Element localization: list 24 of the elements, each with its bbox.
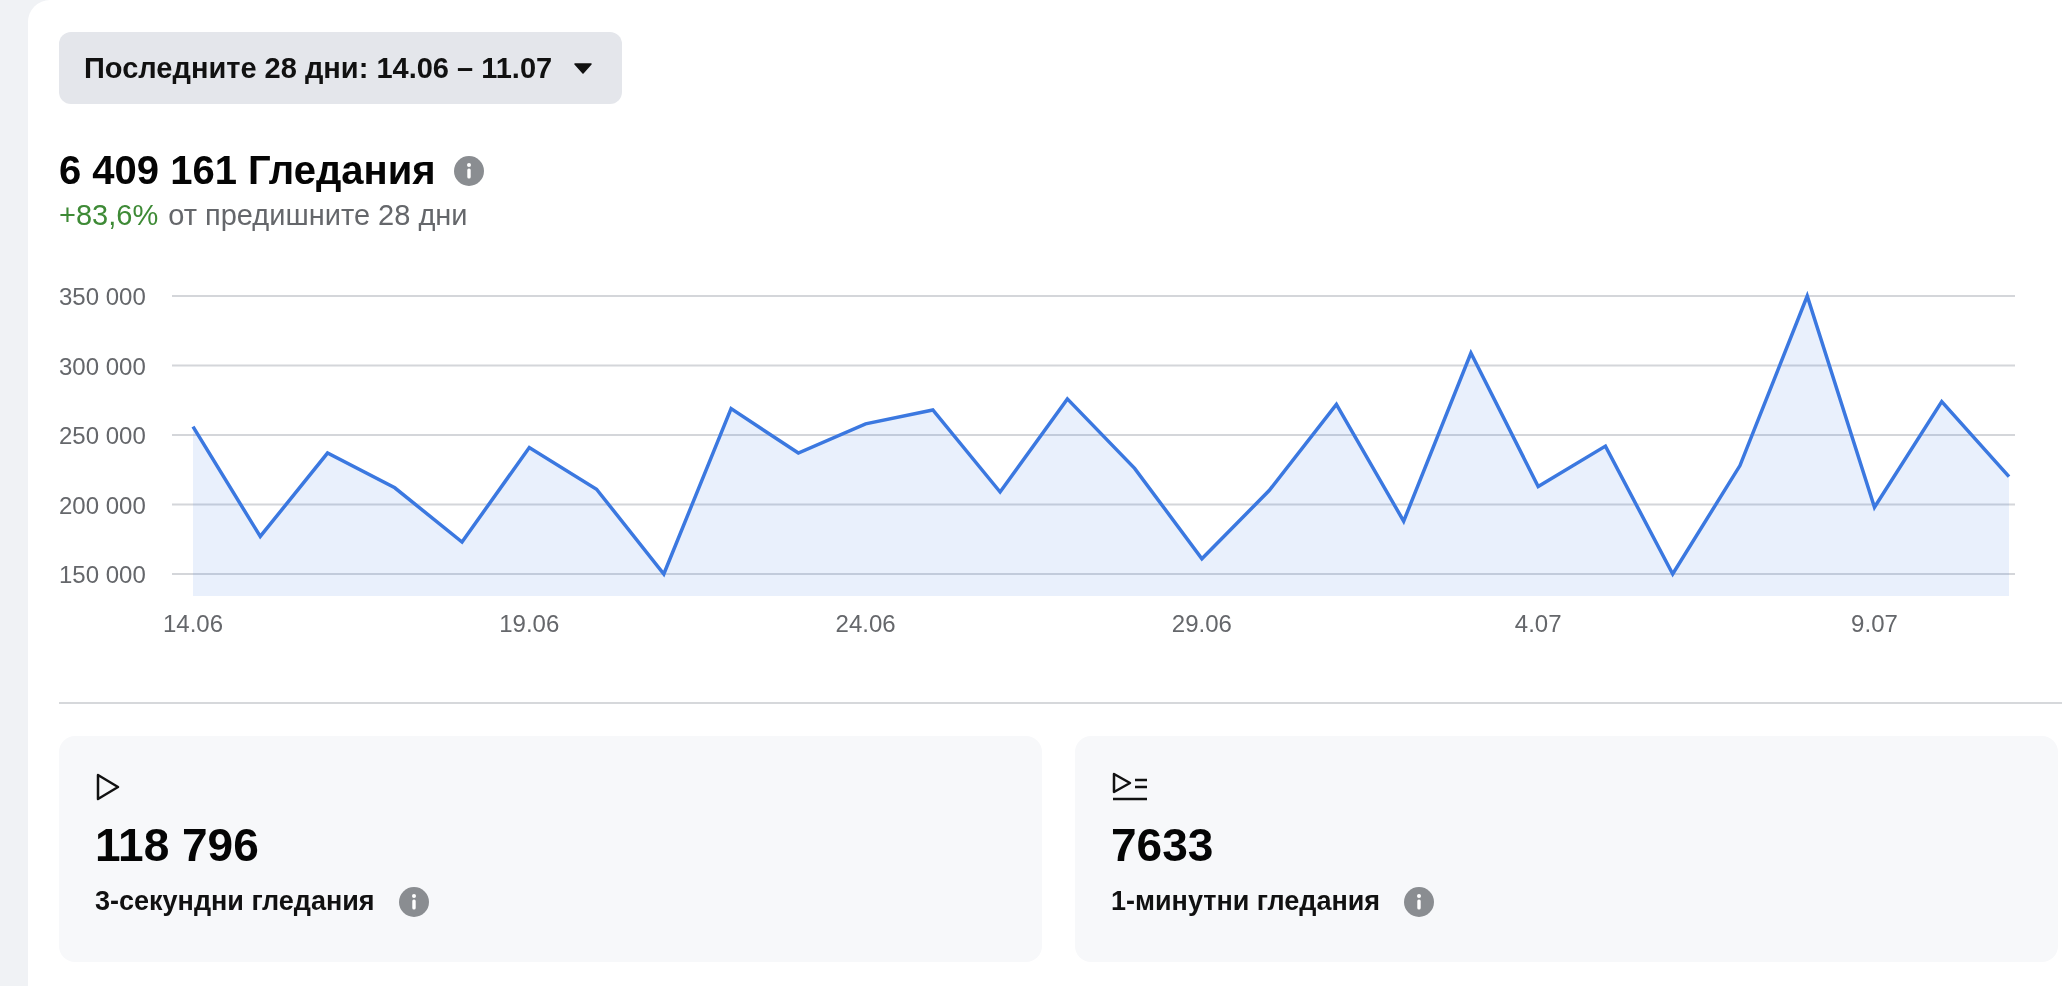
comparison-text: от предишните 28 дни bbox=[168, 199, 468, 232]
metric-label: 3-секундни гледания bbox=[95, 886, 375, 917]
x-axis-label: 4.07 bbox=[1514, 610, 1562, 637]
metric-value: 7633 bbox=[1111, 818, 1215, 872]
change-percent: +83,6% bbox=[59, 199, 159, 232]
info-icon[interactable] bbox=[453, 155, 484, 186]
y-axis-label: 250 000 bbox=[59, 422, 146, 449]
play-icon bbox=[95, 772, 121, 802]
y-axis-label: 150 000 bbox=[59, 561, 146, 588]
x-axis-label: 19.06 bbox=[499, 610, 560, 637]
info-icon[interactable] bbox=[398, 886, 429, 917]
metric-label: 1-минутни гледания bbox=[1111, 886, 1381, 917]
y-axis-label: 300 000 bbox=[59, 352, 146, 380]
metric-value: 118 796 bbox=[95, 818, 260, 872]
x-axis-label: 24.06 bbox=[835, 610, 896, 637]
info-icon[interactable] bbox=[1404, 886, 1435, 917]
x-axis-label: 29.06 bbox=[1171, 610, 1232, 637]
x-axis-label: 9.07 bbox=[1851, 610, 1898, 637]
caret-icon bbox=[574, 62, 593, 74]
x-axis-label: 14.06 bbox=[162, 610, 224, 637]
date-range-dropdown[interactable]: Последните 28 дни: 14.06 – 11.07 bbox=[59, 32, 623, 104]
y-axis-label: 200 000 bbox=[59, 491, 146, 519]
y-axis-label: 350 000 bbox=[59, 283, 146, 310]
views-total: 6 409 161 Гледания bbox=[59, 148, 436, 193]
